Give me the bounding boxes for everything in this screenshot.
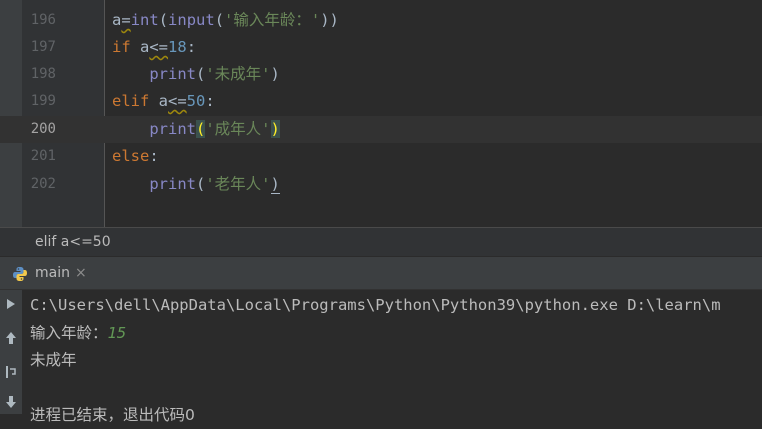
code-line-201[interactable]: 201 else: bbox=[0, 143, 762, 170]
console-prompt: 输入年龄： bbox=[30, 324, 108, 342]
run-tab-label: main bbox=[35, 265, 70, 281]
code-line-197[interactable]: 197 if a<=18: bbox=[0, 34, 762, 61]
line-number: 202 bbox=[30, 176, 56, 192]
run-tab-main[interactable]: main × bbox=[8, 257, 98, 291]
run-console[interactable]: C:\Users\dell\AppData\Local\Programs\Pyt… bbox=[22, 290, 762, 424]
console-command-line: C:\Users\dell\AppData\Local\Programs\Pyt… bbox=[30, 296, 721, 314]
code-text[interactable]: print('老年人') bbox=[112, 171, 280, 198]
console-toolbar bbox=[0, 290, 22, 414]
code-text[interactable]: print('成年人') bbox=[112, 116, 280, 143]
down-arrow-icon[interactable] bbox=[3, 394, 19, 410]
code-line-200-current[interactable]: 200 print('成年人') bbox=[0, 116, 762, 143]
line-number: 201 bbox=[30, 148, 56, 164]
console-input-line: 输入年龄：15 bbox=[30, 320, 126, 347]
breadcrumb-item[interactable]: elif a<=50 bbox=[35, 234, 111, 250]
code-editor[interactable]: 196 a=int(input('输入年龄：')) 197 if a<=18: … bbox=[0, 0, 762, 227]
breadcrumb: elif a<=50 bbox=[0, 227, 762, 256]
soft-wrap-icon[interactable] bbox=[3, 364, 19, 380]
console-output-line: 未成年 bbox=[30, 351, 77, 369]
line-number: 197 bbox=[30, 39, 56, 55]
rerun-icon[interactable] bbox=[3, 296, 19, 312]
code-line-199[interactable]: 199 elif a<=50: bbox=[0, 88, 762, 115]
code-line-202[interactable]: 202 print('老年人') bbox=[0, 171, 762, 198]
code-text[interactable]: a=int(input('输入年龄：')) bbox=[112, 7, 339, 34]
code-text[interactable]: print('未成年') bbox=[112, 61, 280, 88]
line-number: 199 bbox=[30, 93, 56, 109]
code-line-196[interactable]: 196 a=int(input('输入年龄：')) bbox=[0, 7, 762, 34]
code-text[interactable]: if a<=18: bbox=[112, 34, 196, 61]
line-number: 198 bbox=[30, 66, 56, 82]
console-user-input: 15 bbox=[107, 324, 127, 342]
line-number: 200 bbox=[30, 121, 56, 137]
run-tool-window-header: main × bbox=[0, 256, 762, 290]
console-exit-line: 进程已结束，退出代码0 bbox=[30, 406, 195, 424]
code-text[interactable]: elif a<=50: bbox=[112, 88, 215, 115]
python-icon bbox=[13, 267, 27, 281]
code-line-198[interactable]: 198 print('未成年') bbox=[0, 61, 762, 88]
code-text[interactable]: else: bbox=[112, 143, 159, 170]
line-number: 196 bbox=[30, 12, 56, 28]
close-icon[interactable]: × bbox=[75, 265, 87, 281]
up-arrow-icon[interactable] bbox=[3, 330, 19, 346]
